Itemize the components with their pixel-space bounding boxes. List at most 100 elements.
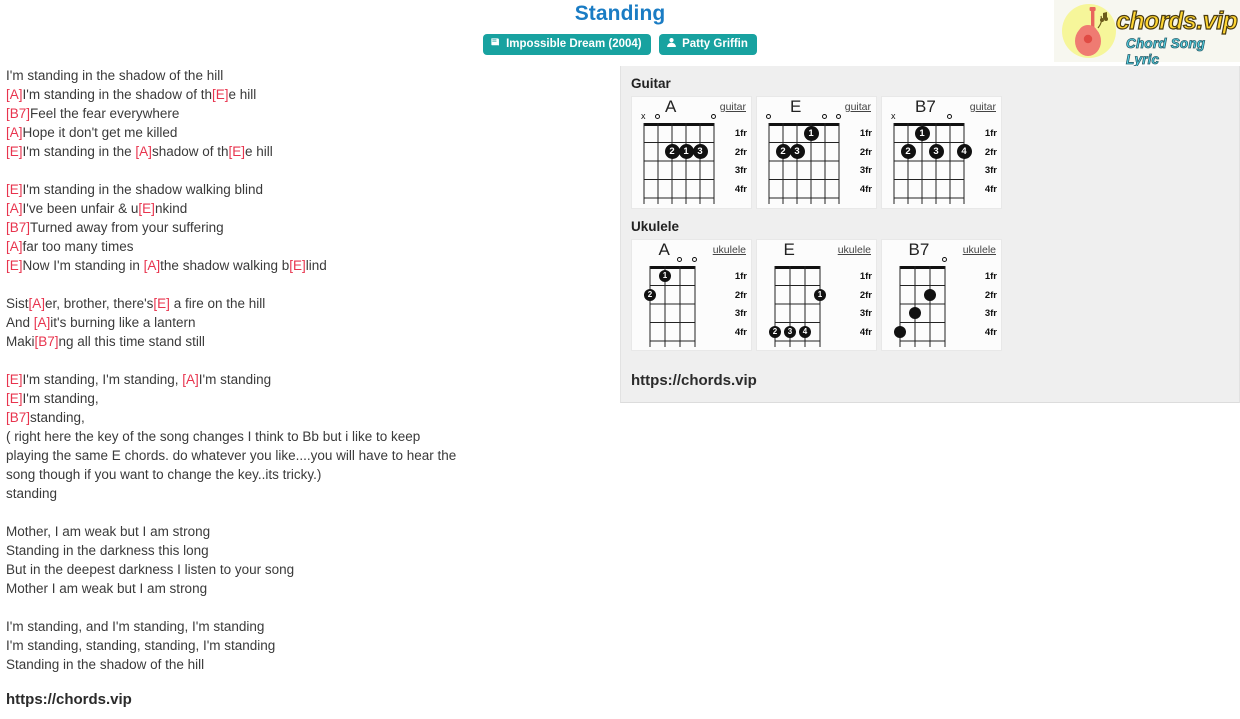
chord-marker[interactable]: [A]: [34, 315, 51, 330]
chord-marker[interactable]: [B7]: [35, 334, 59, 349]
chord-marker[interactable]: [B7]: [6, 220, 30, 235]
chord-name: B7: [908, 240, 930, 259]
chord-marker[interactable]: [A]: [6, 239, 23, 254]
finger-dot: 2: [664, 144, 680, 160]
chord-diagram-B7[interactable]: B7 guitar x 1 2 3 4 1fr 2fr 3fr 4fr: [881, 96, 1002, 209]
lyric-text: Standing in the darkness this long: [6, 543, 209, 558]
lyric-text: Turned away from your suffering: [30, 220, 224, 235]
muted-string-marker: x: [641, 111, 646, 121]
lyric-line: Mother, I am weak but I am strong: [6, 522, 606, 541]
lyric-line: [6, 351, 606, 370]
chord-marker[interactable]: [A]: [6, 201, 23, 216]
fret-label: 1fr: [859, 271, 872, 282]
lyric-text: I'm standing in the shadow of the hill: [6, 68, 224, 83]
lyric-text: And: [6, 315, 34, 330]
chord-diagram-A[interactable]: Aukulele 1 2 1fr 2fr 3fr 4fr: [631, 239, 752, 351]
lyric-text: far too many times: [22, 239, 134, 254]
open-string-marker: [691, 257, 697, 262]
lyric-text: I'm standing, I'm standing,: [22, 372, 183, 387]
lyric-text: Standing in the shadow of the hill: [6, 657, 205, 672]
chord-diagram-A[interactable]: Aguitar x 2 1 3 1fr 2fr 3fr 4fr: [631, 96, 752, 209]
panel-url[interactable]: https://chords.vip: [631, 372, 757, 389]
chord-marker[interactable]: [E]: [212, 87, 229, 102]
finger-dot: 2: [769, 325, 781, 338]
guitar-icon: [1075, 7, 1108, 56]
open-string-marker: [821, 114, 827, 119]
finger-dot: 2: [644, 288, 656, 301]
album-badge[interactable]: Impossible Dream (2004): [483, 34, 651, 55]
chord-marker[interactable]: [E]: [229, 144, 246, 159]
chord-marker[interactable]: [E]: [289, 258, 306, 273]
lyric-line: [B7]Turned away from your suffering: [6, 218, 606, 237]
chord-marker[interactable]: [A]: [144, 258, 161, 273]
lyric-text: Mother, I am weak but I am strong: [6, 524, 211, 539]
chord-marker[interactable]: [A]: [135, 144, 152, 159]
fret-label: 2fr: [734, 289, 747, 301]
lyric-text: shadow of th: [151, 144, 229, 159]
lyric-line: Maki[B7]ng all this time stand still: [6, 332, 606, 351]
fret-labels: 1fr 2fr 3fr 4fr: [860, 272, 872, 346]
artist-badge[interactable]: Patty Griffin: [659, 34, 757, 55]
open-string-marker: [835, 114, 841, 119]
chord-marker[interactable]: [E]: [6, 372, 23, 387]
chord-marker[interactable]: [E]: [138, 201, 155, 216]
instrument-tag[interactable]: ukulele: [963, 244, 996, 256]
chord-marker[interactable]: [A]: [6, 125, 23, 140]
chord-marker[interactable]: [B7]: [6, 410, 30, 425]
lyric-text: song though if you want to change the ke…: [6, 467, 322, 482]
instrument-tag[interactable]: guitar: [970, 101, 996, 113]
finger-dot: 3: [789, 144, 805, 160]
lyric-text: I'm standing, standing, standing, I'm st…: [6, 638, 276, 653]
chord-marker[interactable]: [E]: [6, 144, 23, 159]
lyric-line: [6, 503, 606, 522]
chord-name: E: [790, 97, 802, 116]
fretboard-grid: [774, 266, 821, 347]
lyric-text: I'm standing: [198, 372, 272, 387]
lyric-line: [E]Now I'm standing in [A]the shadow wal…: [6, 256, 606, 275]
bottom-url[interactable]: https://chords.vip: [6, 691, 132, 708]
chord-marker[interactable]: [E]: [153, 296, 170, 311]
open-string-marker: [941, 257, 947, 262]
chord-marker[interactable]: [A]: [29, 296, 46, 311]
fret-label: 1fr: [734, 128, 747, 139]
open-string-marker: [710, 114, 716, 119]
instrument-tag[interactable]: guitar: [845, 101, 871, 113]
fret-labels: 1fr 2fr 3fr 4fr: [985, 272, 997, 346]
site-logo[interactable]: chords.vip Chord Song Lyric: [1054, 0, 1240, 67]
logo-wordmark: chords.vip: [1115, 7, 1238, 35]
chord-diagram-B7[interactable]: B7 ukulele 1fr 2fr 3fr 4fr: [881, 239, 1002, 351]
fret-label: 1fr: [859, 128, 872, 139]
chord-marker[interactable]: [A]: [182, 372, 199, 387]
chord-marker[interactable]: [E]: [6, 391, 23, 406]
chord-marker[interactable]: [B7]: [6, 106, 30, 121]
lyric-line: [6, 161, 606, 180]
chord-diagram-E[interactable]: Eukulele 1 2 3 4 1fr 2fr 3fr 4fr: [756, 239, 877, 351]
chord-name: B7: [915, 97, 936, 116]
finger-dot: 3: [692, 144, 708, 160]
finger-dot: 4: [956, 144, 972, 160]
fret-label: 4fr: [984, 183, 997, 195]
chord-diagram-E[interactable]: Eguitar 1 2 3 1fr 2fr 3fr 4fr: [756, 96, 877, 209]
lyric-text: I'm standing in the shadow walking blind: [22, 182, 263, 197]
lyric-line: [6, 275, 606, 294]
finger-dot: 3: [928, 144, 944, 160]
lyric-line: I'm standing, standing, standing, I'm st…: [6, 636, 606, 655]
chord-marker[interactable]: [A]: [6, 87, 23, 102]
lyric-line: And [A]it's burning like a lantern: [6, 313, 606, 332]
finger-dot: [924, 288, 936, 301]
instrument-tag[interactable]: ukulele: [713, 244, 746, 256]
chord-marker[interactable]: [E]: [6, 182, 23, 197]
lyric-text: e hill: [228, 87, 257, 102]
lyric-line: I'm standing, and I'm standing, I'm stan…: [6, 617, 606, 636]
lyrics-body: I'm standing in the shadow of the hill [A…: [6, 66, 606, 674]
ukulele-section-label: Ukulele: [631, 219, 680, 234]
finger-dot: 1: [678, 144, 694, 160]
lyric-line: [A]I'm standing in the shadow of th[E]e …: [6, 85, 606, 104]
instrument-tag[interactable]: guitar: [720, 101, 746, 113]
chord-marker[interactable]: [E]: [6, 258, 23, 273]
instrument-tag[interactable]: ukulele: [838, 244, 871, 256]
guitar-diagram-row: Aguitar x 2 1 3 1fr 2fr 3fr 4fr Eguitar 1 2 3 1fr 2fr 3…: [621, 96, 1239, 209]
lyric-text: I'm standing in the shadow of th: [22, 87, 212, 102]
open-string-marker: [765, 114, 771, 119]
open-string-marker: [676, 257, 682, 262]
